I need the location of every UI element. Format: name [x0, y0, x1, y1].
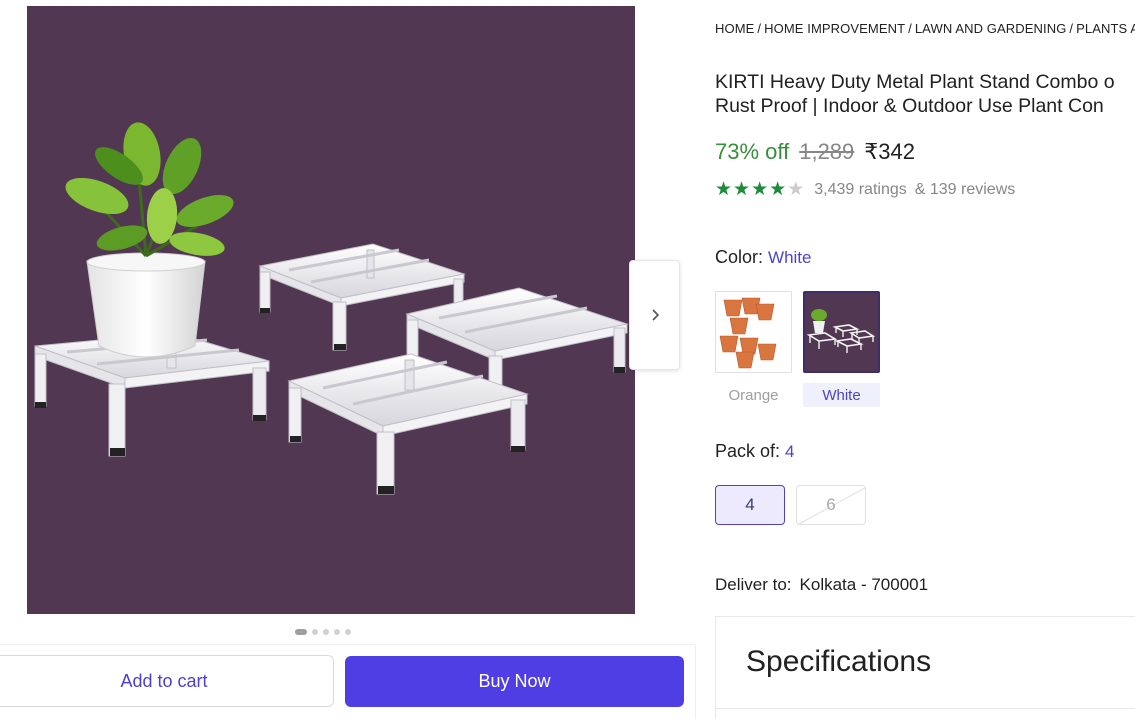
- chevron-right-icon: [651, 309, 659, 321]
- next-image-button[interactable]: [629, 260, 680, 370]
- color-option-label: Orange: [728, 386, 779, 404]
- star-icon: ★: [751, 179, 769, 200]
- plant-stand-illustration: [34, 122, 629, 495]
- product-title-line: KIRTI Heavy Duty Metal Plant Stand Combo…: [715, 71, 1115, 93]
- product-image[interactable]: [27, 6, 635, 614]
- star-icon: ★: [787, 179, 805, 200]
- gallery-pagination: [295, 629, 351, 635]
- star-icon: ★: [769, 179, 787, 200]
- breadcrumb-link[interactable]: HOME IMPROVEMENT: [764, 21, 905, 36]
- divider: [716, 708, 1135, 709]
- pack-options: 4 6: [715, 485, 866, 525]
- color-option-label: White: [803, 383, 880, 407]
- star-rating: ★ ★ ★ ★ ★: [715, 180, 804, 199]
- pack-option-label: 4: [745, 495, 755, 514]
- selected-pack: 4: [785, 442, 795, 461]
- discount-percent: 73% off: [715, 139, 790, 164]
- pack-selector-label: Pack of: 4: [715, 441, 795, 462]
- add-to-cart-button[interactable]: Add to cart: [0, 655, 334, 707]
- color-label-text: Color:: [715, 247, 764, 267]
- plant-leaves: [65, 122, 234, 258]
- breadcrumb: HOME / HOME IMPROVEMENT / LAWN AND GARDENING…: [715, 21, 1135, 36]
- deliver-to-label: Deliver to:: [715, 575, 792, 594]
- rating-row[interactable]: ★ ★ ★ ★ ★ 3,439 ratings & 139 reviews: [715, 180, 1015, 199]
- product-title: KIRTI Heavy Duty Metal Plant Stand Combo…: [715, 70, 1135, 118]
- original-price: 1,289: [799, 139, 855, 164]
- selling-price: ₹342: [864, 139, 915, 164]
- pagination-dot[interactable]: [334, 629, 340, 635]
- pack-option-label: 6: [826, 495, 836, 514]
- orange-pots-thumbnail: [715, 291, 792, 373]
- product-details: HOME / HOME IMPROVEMENT / LAWN AND GARDENING…: [715, 0, 1135, 719]
- pagination-dot[interactable]: [345, 629, 351, 635]
- pack-label-text: Pack of:: [715, 441, 781, 461]
- price-row: 73% off 1,289 ₹342: [715, 139, 915, 165]
- breadcrumb-link[interactable]: HOME: [715, 21, 754, 36]
- breadcrumb-link[interactable]: PLANTS AN: [1076, 21, 1135, 36]
- buy-now-button[interactable]: Buy Now: [345, 656, 684, 707]
- specifications-section: Specifications: [715, 616, 1135, 719]
- breadcrumb-separator: /: [908, 21, 912, 36]
- breadcrumb-link[interactable]: LAWN AND GARDENING: [915, 21, 1067, 36]
- white-stands-thumbnail: [803, 291, 880, 373]
- color-option-orange[interactable]: Orange: [715, 291, 792, 407]
- pack-option-4[interactable]: 4: [715, 485, 785, 525]
- star-icon: ★: [733, 179, 751, 200]
- delivery-location[interactable]: Deliver to: Kolkata - 700001: [715, 575, 928, 595]
- breadcrumb-separator: /: [1069, 21, 1074, 36]
- pagination-dot[interactable]: [323, 629, 329, 635]
- specifications-title: Specifications: [746, 645, 932, 678]
- color-swatches: Orange White: [715, 291, 880, 407]
- product-page: Add to cart Buy Now HOME / HOME IMPROVEMEN…: [0, 0, 1135, 719]
- reviews-count: & 139 reviews: [914, 180, 1016, 198]
- product-title-line: Rust Proof | Indoor & Outdoor Use Plant …: [715, 95, 1104, 117]
- action-bar: Add to cart Buy Now: [0, 644, 696, 719]
- breadcrumb-separator: /: [757, 21, 762, 36]
- pagination-dot[interactable]: [312, 629, 318, 635]
- selected-color: White: [768, 248, 812, 267]
- color-selector-label: Color: White: [715, 247, 812, 268]
- delivery-address: Kolkata - 700001: [799, 575, 929, 594]
- color-option-white[interactable]: White: [803, 291, 880, 407]
- pack-option-6[interactable]: 6: [796, 485, 866, 525]
- ratings-count: 3,439 ratings: [814, 180, 907, 198]
- pagination-dot[interactable]: [295, 629, 307, 635]
- star-icon: ★: [715, 179, 733, 200]
